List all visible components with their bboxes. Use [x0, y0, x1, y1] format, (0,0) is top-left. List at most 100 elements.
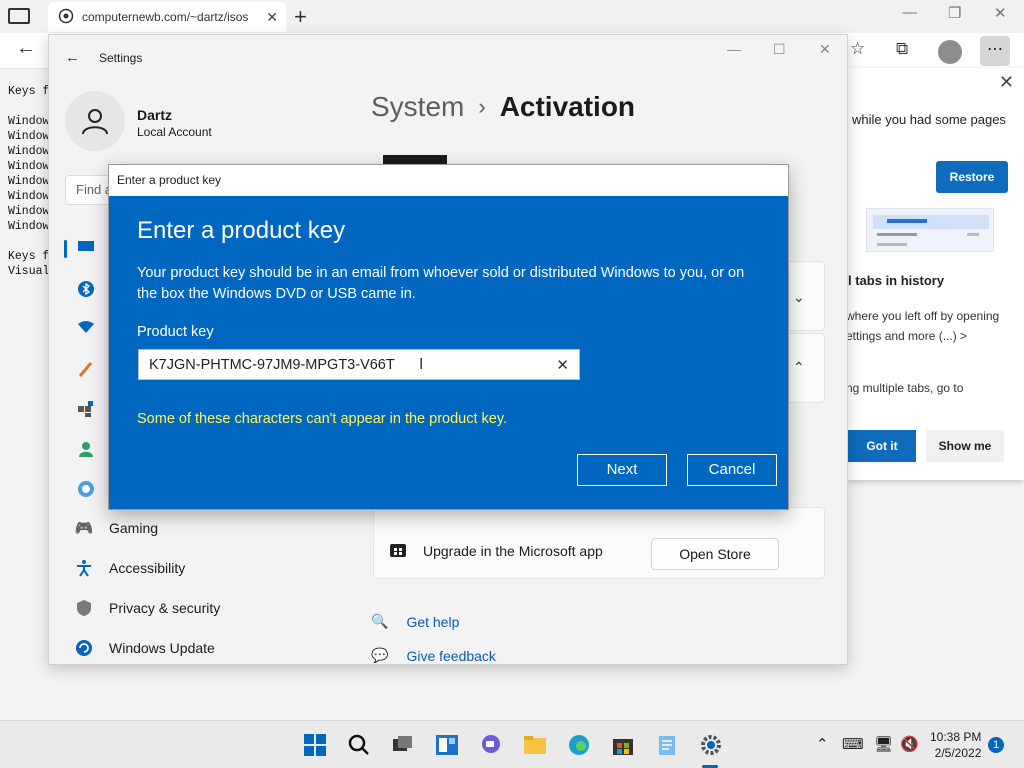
tip-description-2: ng multiple tabs, go to — [846, 381, 964, 395]
upgrade-row: Upgrade in the Microsoft app — [389, 540, 603, 561]
feedback-icon: 💬 — [371, 647, 389, 663]
widgets-icon[interactable] — [434, 732, 460, 758]
breadcrumb-parent[interactable]: System — [371, 91, 464, 123]
person-icon — [82, 109, 108, 135]
open-store-button[interactable]: Open Store — [651, 538, 779, 570]
restore-button[interactable]: Restore — [936, 161, 1008, 193]
tab-actions-icon[interactable] — [8, 8, 30, 24]
give-feedback-link[interactable]: 💬 Give feedback — [371, 647, 496, 664]
task-view-icon[interactable] — [390, 732, 416, 758]
profile-avatar[interactable] — [938, 40, 962, 64]
personalization-icon[interactable] — [77, 360, 95, 378]
new-tab-button[interactable]: + — [294, 4, 307, 30]
dialog-description: Your product key should be in an email f… — [137, 265, 745, 302]
browser-maximize-button[interactable]: ❐ — [948, 4, 961, 22]
page-title: System › Activation — [371, 91, 635, 123]
validation-error: Some of these characters can't appear in… — [137, 411, 508, 427]
help-icon: 🔍 — [371, 613, 389, 629]
tip-description: where you left off by opening ettings an… — [846, 309, 1000, 343]
gaming-icon: 🎮 — [74, 520, 94, 537]
file-explorer-icon[interactable] — [522, 732, 548, 758]
settings-title: Settings — [99, 51, 143, 65]
settings-maximize-button[interactable]: ☐ — [773, 41, 786, 58]
product-key-dialog: Enter a product key Enter a product key … — [108, 164, 789, 510]
notification-badge[interactable]: 1 — [988, 737, 1004, 753]
tip-title: l tabs in history — [848, 273, 945, 288]
get-help-label: Get help — [406, 613, 460, 630]
taskbar: ⌃ ⌨ 🖥 🔇 10:38 PM 2/5/2022 1 — [0, 720, 1024, 768]
cancel-button[interactable]: Cancel — [687, 454, 777, 486]
nav-privacy[interactable]: Privacy & security — [75, 599, 220, 617]
keyboard-icon[interactable]: ⌨ — [842, 735, 864, 753]
nav-gaming-label: Gaming — [109, 520, 159, 536]
taskbar-clock[interactable]: 10:38 PM 2/5/2022 — [930, 729, 981, 761]
apps-icon[interactable] — [77, 400, 95, 418]
close-icon[interactable]: ✕ — [999, 72, 1014, 93]
tab-close-icon[interactable]: ✕ — [266, 9, 278, 26]
product-key-label: Product key — [137, 324, 214, 340]
accessibility-icon — [75, 559, 93, 577]
edge-icon[interactable] — [566, 732, 592, 758]
text-cursor-icon: I — [419, 356, 424, 373]
get-help-link[interactable]: 🔍 Get help — [371, 613, 459, 630]
browser-back-button[interactable]: ← — [16, 37, 36, 60]
settings-back-icon[interactable]: ← — [65, 49, 80, 66]
product-key-value: K7JGN-PHTMC-97JM9-MPGT3-V66T — [149, 356, 395, 373]
clock-date: 2/5/2022 — [934, 746, 982, 760]
nav-accessibility[interactable]: Accessibility — [75, 559, 185, 577]
volume-muted-icon[interactable]: 🔇 — [900, 735, 919, 753]
browser-tab-strip: computernewb.com/~dartz/isos ✕ + — ❐ ✕ — [0, 0, 1024, 33]
update-icon — [75, 639, 93, 657]
tab-title: computernewb.com/~dartz/isos — [82, 10, 249, 24]
give-feedback-label: Give feedback — [406, 647, 496, 664]
time-language-icon[interactable] — [77, 480, 95, 498]
dialog-titlebar: Enter a product key — [109, 165, 788, 196]
user-name: Dartz — [137, 107, 173, 123]
shield-icon — [75, 599, 93, 617]
user-avatar[interactable] — [65, 91, 125, 151]
bluetooth-icon[interactable] — [77, 280, 95, 298]
got-it-button[interactable]: Got it — [848, 430, 916, 462]
product-key-input[interactable]: K7JGN-PHTMC-97JM9-MPGT3-V66T I ✕ — [138, 349, 580, 380]
settings-gear-icon[interactable] — [698, 732, 724, 758]
network-tray-icon[interactable]: 🖥 — [874, 735, 893, 753]
nav-windows-update[interactable]: Windows Update — [75, 639, 215, 657]
search-icon[interactable] — [346, 732, 372, 758]
accounts-icon[interactable] — [77, 440, 95, 458]
favorites-icon[interactable]: ☆ — [850, 39, 865, 59]
edge-restore-panel: ✕ while you had some pages Restore l tab… — [846, 68, 1024, 480]
network-icon[interactable] — [77, 320, 95, 338]
browser-minimize-button[interactable]: — — [902, 4, 917, 21]
site-favicon-icon — [58, 8, 74, 27]
start-icon[interactable] — [302, 732, 328, 758]
nav-gaming[interactable]: 🎮 Gaming — [75, 519, 158, 537]
browser-close-button[interactable]: ✕ — [994, 4, 1007, 22]
store-icon — [389, 540, 407, 561]
show-me-button[interactable]: Show me — [926, 430, 1004, 462]
breadcrumb-separator: › — [478, 94, 486, 119]
browser-tab[interactable]: computernewb.com/~dartz/isos ✕ — [48, 2, 286, 32]
settings-minimize-button[interactable]: — — [727, 41, 741, 57]
chat-icon[interactable] — [478, 732, 504, 758]
nav-active-indicator — [64, 240, 67, 258]
next-button[interactable]: Next — [577, 454, 667, 486]
nav-windows-update-label: Windows Update — [109, 640, 215, 656]
user-account-type: Local Account — [137, 125, 212, 139]
settings-close-button[interactable]: ✕ — [819, 41, 831, 58]
chevron-down-icon[interactable]: ⌄ — [793, 289, 805, 306]
restore-message: while you had some pages — [852, 112, 1006, 127]
breadcrumb-current: Activation — [499, 91, 636, 122]
tip-illustration — [866, 208, 994, 252]
page-body-text: Keys f Window Window Window Window Windo… — [8, 85, 50, 278]
collections-icon[interactable]: ⧉ — [896, 39, 908, 59]
system-icon[interactable] — [77, 240, 95, 258]
clear-input-icon[interactable]: ✕ — [556, 356, 569, 374]
clock-time: 10:38 PM — [930, 730, 982, 744]
chevron-up-icon[interactable]: ⌃ — [793, 359, 805, 376]
upgrade-label: Upgrade in the Microsoft app — [423, 542, 603, 559]
nav-accessibility-label: Accessibility — [109, 560, 186, 576]
notepad-icon[interactable] — [654, 732, 680, 758]
chevron-up-icon[interactable]: ⌃ — [816, 735, 829, 753]
store-taskbar-icon[interactable] — [610, 732, 636, 758]
more-options-button[interactable]: ⋯ — [980, 36, 1010, 66]
